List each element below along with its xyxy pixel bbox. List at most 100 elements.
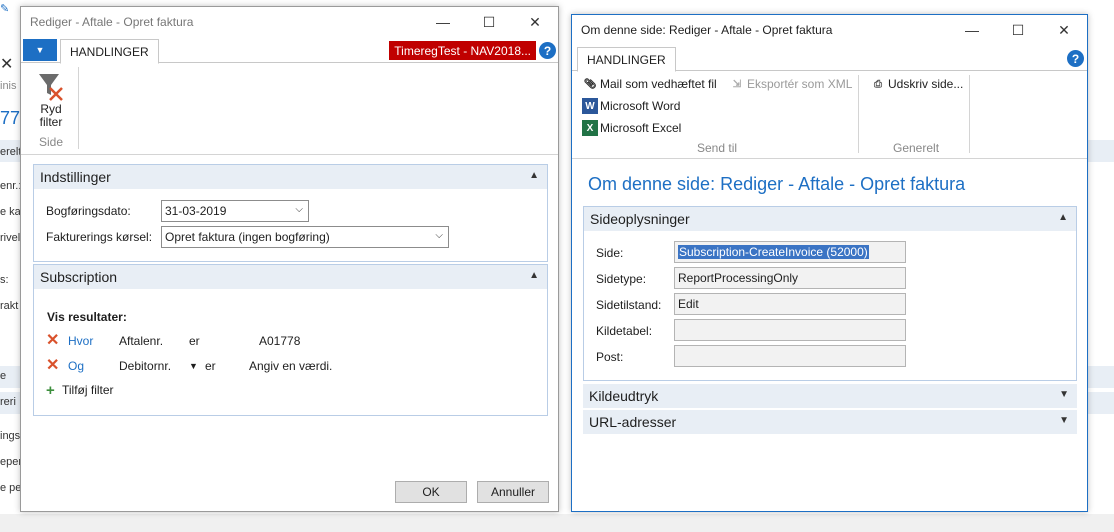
sidetype-field[interactable]: ReportProcessingOnly [674, 267, 906, 289]
chevron-up-icon: ▲ [529, 270, 539, 281]
faktureringskorsel-select[interactable]: Opret faktura (ingen bogføring) ⌵ [161, 226, 449, 248]
field-label: Fakturerings kørsel: [46, 230, 153, 244]
dialog-om-denne-side: Om denne side: Rediger - Aftale - Opret … [571, 14, 1088, 512]
field-label: Sidetype: [596, 272, 647, 286]
filter-operator[interactable]: er [205, 359, 249, 373]
help-icon[interactable]: ? [1067, 50, 1084, 67]
page-heading: Om denne side: Rediger - Aftale - Opret … [588, 174, 966, 194]
bg-text: inis [0, 80, 17, 92]
maximize-button[interactable]: ☐ [466, 7, 512, 37]
fasttab-kildeudtryk: Kildeudtryk ▼ [583, 384, 1077, 408]
ribbon-item-label: Udskriv side... [888, 77, 964, 91]
clear-filter-icon [31, 69, 71, 103]
tab-handlinger[interactable]: HANDLINGER [60, 39, 159, 64]
ribbon-group-label: Side [39, 135, 64, 149]
close-button[interactable]: ✕ [512, 7, 558, 37]
filter-conjunction[interactable]: Og [68, 359, 119, 373]
app-menu-button[interactable]: ▼ [23, 39, 57, 61]
field-label: Bogføringsdato: [46, 204, 131, 218]
vis-resultater-label: Vis resultater: [47, 310, 127, 324]
fasttab-title: Sideoplysninger [590, 211, 690, 227]
paperclip-icon: 📎︎ [583, 78, 597, 90]
minimize-button[interactable]: — [949, 15, 995, 45]
microsoft-word-button[interactable]: W Microsoft Word [582, 97, 680, 115]
ribbon-separator [858, 75, 859, 153]
cancel-button[interactable]: Annuller [477, 481, 549, 503]
fasttab-sideoplysninger: Sideoplysninger ▲ Side: Subscription-Cre… [583, 206, 1077, 381]
filter-field[interactable]: Debitornr. [119, 359, 189, 373]
bg-section-bar [1087, 140, 1114, 162]
ribbon-item-label: Mail som vedhæftet fil [600, 77, 717, 91]
plus-icon: + [46, 381, 55, 399]
caret-down-icon[interactable]: ▼ [189, 361, 205, 371]
fasttab-header[interactable]: Kildeudtryk ▼ [583, 384, 1077, 408]
bg-section-bar [0, 140, 22, 162]
filter-row: ✕ Og Debitornr. ▼ er Angiv en værdi. [46, 357, 332, 375]
add-filter-label: Tilføj filter [62, 383, 114, 397]
microsoft-excel-button[interactable]: X Microsoft Excel [582, 119, 681, 137]
ribbon-separator [969, 75, 970, 153]
post-field[interactable] [674, 345, 906, 367]
field-label: Side: [596, 246, 624, 260]
ribbon-item-label: Eksportér som XML [747, 77, 853, 91]
fasttab-url-adresser: URL-adresser ▼ [583, 410, 1077, 434]
bg-section-bar [1087, 366, 1114, 388]
fasttab-title: Indstillinger [40, 169, 111, 185]
close-icon: ✕ [0, 56, 14, 73]
ribbon-group-label: Generelt [893, 141, 940, 155]
chevron-down-icon: ▼ [1059, 415, 1069, 426]
filter-operator[interactable]: er [189, 334, 259, 348]
chevron-down-icon: ⌵ [435, 230, 443, 241]
window-title: Rediger - Aftale - Opret faktura [30, 15, 194, 29]
print-page-button[interactable]: ⎙ Udskriv side... [870, 75, 963, 93]
help-icon[interactable]: ? [539, 42, 556, 59]
chevron-up-icon: ▲ [1058, 212, 1068, 223]
mail-attachment-button[interactable]: 📎︎ Mail som vedhæftet fil [582, 75, 717, 93]
window-title: Om denne side: Rediger - Aftale - Opret … [581, 23, 833, 37]
kildetabel-field[interactable] [674, 319, 906, 341]
field-value: Subscription-CreateInvoice (52000) [678, 245, 869, 259]
chevron-up-icon: ▲ [529, 170, 539, 181]
bogforingsdato-input[interactable]: 31-03-2019 ⌵ [161, 200, 309, 222]
fasttab-header[interactable]: URL-adresser ▼ [583, 410, 1077, 434]
field-value: ReportProcessingOnly [678, 271, 799, 285]
filter-row: ✕ Hvor Aftalenr. er A01778 [46, 332, 300, 350]
ribbon-tabs: HANDLINGER ? [572, 45, 1087, 72]
tab-handlinger[interactable]: HANDLINGER [577, 47, 676, 72]
filter-conjunction[interactable]: Hvor [68, 334, 119, 348]
minimize-button[interactable]: — [420, 7, 466, 37]
maximize-button[interactable]: ☐ [995, 15, 1041, 45]
title-bar: Rediger - Aftale - Opret faktura — ☐ ✕ [21, 7, 558, 37]
close-button[interactable]: ✕ [1041, 15, 1087, 45]
ribbon-separator [78, 67, 79, 149]
chevron-down-icon: ⌵ [295, 204, 303, 215]
export-xml-button: ⇲ Eksportér som XML [729, 75, 853, 93]
filter-value[interactable]: A01778 [259, 334, 300, 348]
ryd-filter-button[interactable]: Ryd filter [31, 69, 71, 129]
ok-button[interactable]: OK [395, 481, 467, 503]
word-icon: W [582, 98, 598, 114]
sidetilstand-field[interactable]: Edit [674, 293, 906, 315]
fasttab-header[interactable]: Sideoplysninger ▲ [584, 207, 1076, 231]
excel-icon: X [582, 120, 598, 136]
remove-filter-icon[interactable]: ✕ [46, 358, 62, 374]
pencil-icon: ✎ [0, 3, 10, 15]
printer-icon: ⎙ [874, 78, 882, 90]
fasttab-indstillinger: Indstillinger ▲ Bogføringsdato: 31-03-20… [33, 164, 548, 262]
add-filter-row[interactable]: + Tilføj filter [46, 381, 114, 399]
ribbon-item-label: Microsoft Excel [600, 121, 682, 135]
ribbon-body: 📎︎ Mail som vedhæftet fil ⇲ Eksportér so… [572, 71, 1087, 159]
side-field[interactable]: Subscription-CreateInvoice (52000) [674, 241, 906, 263]
remove-filter-icon[interactable]: ✕ [46, 333, 62, 349]
title-bar: Om denne side: Rediger - Aftale - Opret … [572, 15, 1087, 45]
fasttab-header[interactable]: Subscription ▲ [34, 265, 547, 289]
field-value: Opret faktura (ingen bogføring) [165, 230, 330, 244]
field-label: Kildetabel: [596, 324, 653, 338]
fasttab-header[interactable]: Indstillinger ▲ [34, 165, 547, 189]
export-icon: ⇲ [732, 78, 742, 90]
fasttab-subscription: Subscription ▲ Vis resultater: ✕ Hvor Af… [33, 264, 548, 416]
company-badge: TimeregTest - NAV2018... [389, 41, 536, 60]
filter-value[interactable]: Angiv en værdi. [249, 359, 332, 373]
filter-field[interactable]: Aftalenr. [119, 334, 189, 348]
field-label: Sidetilstand: [596, 298, 662, 312]
